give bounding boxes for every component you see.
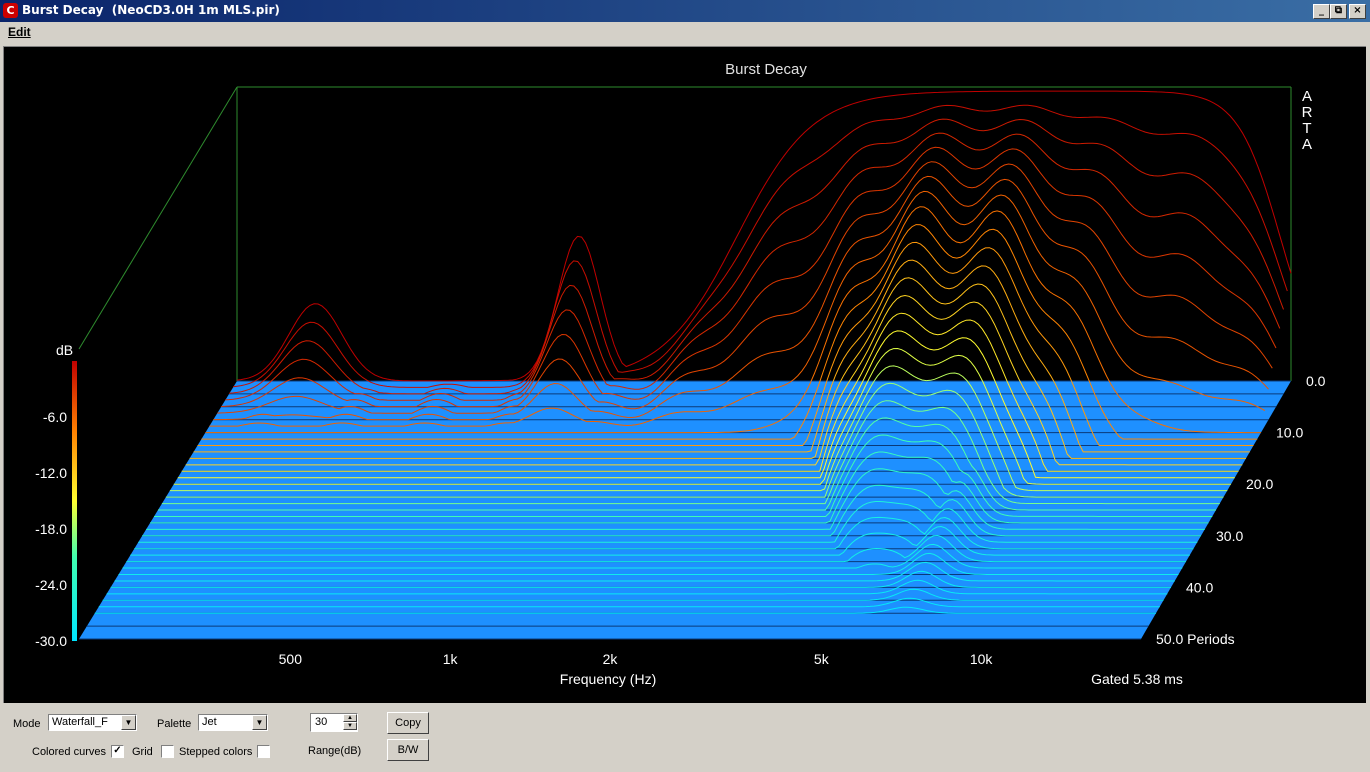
close-button[interactable]: ×: [1349, 4, 1366, 19]
spin-up-icon[interactable]: ▲: [343, 714, 357, 722]
frequency-tick-label: 10k: [970, 651, 994, 667]
colored-curves-label: Colored curves: [32, 746, 106, 758]
waterfall-slice: [229, 118, 1284, 395]
spin-down-icon[interactable]: ▼: [343, 722, 357, 730]
colorbar-title: dB: [56, 342, 73, 358]
colored-curves-checkbox[interactable]: ✓: [111, 745, 124, 758]
waterfall-slice: [233, 104, 1288, 388]
range-label: Range(dB): [308, 745, 362, 757]
window-title: Burst Decay (NeoCD3.0H 1m MLS.pir): [22, 3, 280, 17]
periods-tick-label: 10.0: [1276, 425, 1303, 441]
watermark-letter: R: [1302, 104, 1313, 121]
db-tick-label: -18.0: [35, 521, 67, 537]
periods-tick-label: 50.0 Periods: [1156, 631, 1235, 647]
mode-label: Mode: [13, 718, 41, 730]
waterfall-chart: dB -6.0-12.0-18.0-24.0-30.0 Burst Decay …: [35, 61, 1326, 687]
db-axis-ticks: -6.0 -12.0 -18.0 -24.0 -30.0: [35, 409, 67, 649]
range-spinner[interactable]: 30 ▲ ▼: [310, 713, 358, 732]
plot-frame-lines: [78, 86, 1292, 381]
frequency-axis-ticks: 500 1k 2k 5k 10k: [279, 651, 994, 667]
bw-button[interactable]: B/W: [387, 739, 429, 761]
stepped-colors-label: Stepped colors: [179, 746, 253, 758]
palette-value: Jet: [202, 716, 217, 728]
grid-label: Grid: [132, 746, 153, 758]
palette-select[interactable]: Jet ▼: [198, 714, 268, 731]
chevron-down-icon[interactable]: ▼: [121, 715, 136, 730]
db-tick-label: -6.0: [43, 409, 67, 425]
waterfall-slice: [221, 146, 1277, 408]
periods-tick-label: 40.0: [1186, 579, 1213, 595]
frequency-tick-label: 1k: [443, 651, 459, 667]
frequency-tick-label: 500: [279, 651, 303, 667]
arta-watermark: ARTA: [1302, 88, 1313, 153]
periods-tick-label: 30.0: [1216, 528, 1243, 544]
palette-label: Palette: [157, 718, 192, 730]
frequency-tick-label: 5k: [814, 651, 830, 667]
menu-edit[interactable]: Edit: [8, 25, 31, 39]
menu-bar: Edit: [0, 22, 1370, 42]
periods-tick-label: 0.0: [1306, 373, 1326, 389]
chevron-down-icon[interactable]: ▼: [252, 715, 267, 730]
copy-button[interactable]: Copy: [387, 712, 429, 734]
restore-button[interactable]: ⧉: [1330, 4, 1347, 19]
frame-line: [78, 86, 238, 350]
frequency-tick-label: 2k: [603, 651, 619, 667]
db-tick-label: -30.0: [35, 633, 67, 649]
mode-value: Waterfall_F: [52, 716, 108, 728]
x-axis-label: Frequency (Hz): [560, 671, 656, 687]
watermark-letter: A: [1302, 88, 1312, 105]
db-tick-label: -12.0: [35, 465, 67, 481]
stepped-colors-checkbox[interactable]: [257, 745, 270, 758]
watermark-letter: A: [1302, 136, 1312, 153]
minimize-button[interactable]: _: [1313, 4, 1330, 19]
colorbar: [72, 361, 77, 641]
plot-title: Burst Decay: [725, 61, 807, 78]
grid-checkbox[interactable]: [161, 745, 174, 758]
watermark-letter: T: [1302, 120, 1311, 137]
arta-app-icon[interactable]: C: [3, 3, 18, 18]
plot-area: dB -6.0 -12.0 -18.0 -24.0 -30.0 Burst Decay …: [3, 46, 1366, 703]
waterfall-slice: [236, 90, 1292, 382]
periods-tick-label: 20.0: [1246, 476, 1273, 492]
title-bar: C Burst Decay (NeoCD3.0H 1m MLS.pir) _ ⧉…: [0, 0, 1370, 22]
range-value: 30: [315, 716, 328, 728]
gated-label: Gated 5.38 ms: [1091, 671, 1183, 687]
mode-select[interactable]: Waterfall_F ▼: [48, 714, 137, 731]
db-tick-label: -24.0: [35, 577, 67, 593]
